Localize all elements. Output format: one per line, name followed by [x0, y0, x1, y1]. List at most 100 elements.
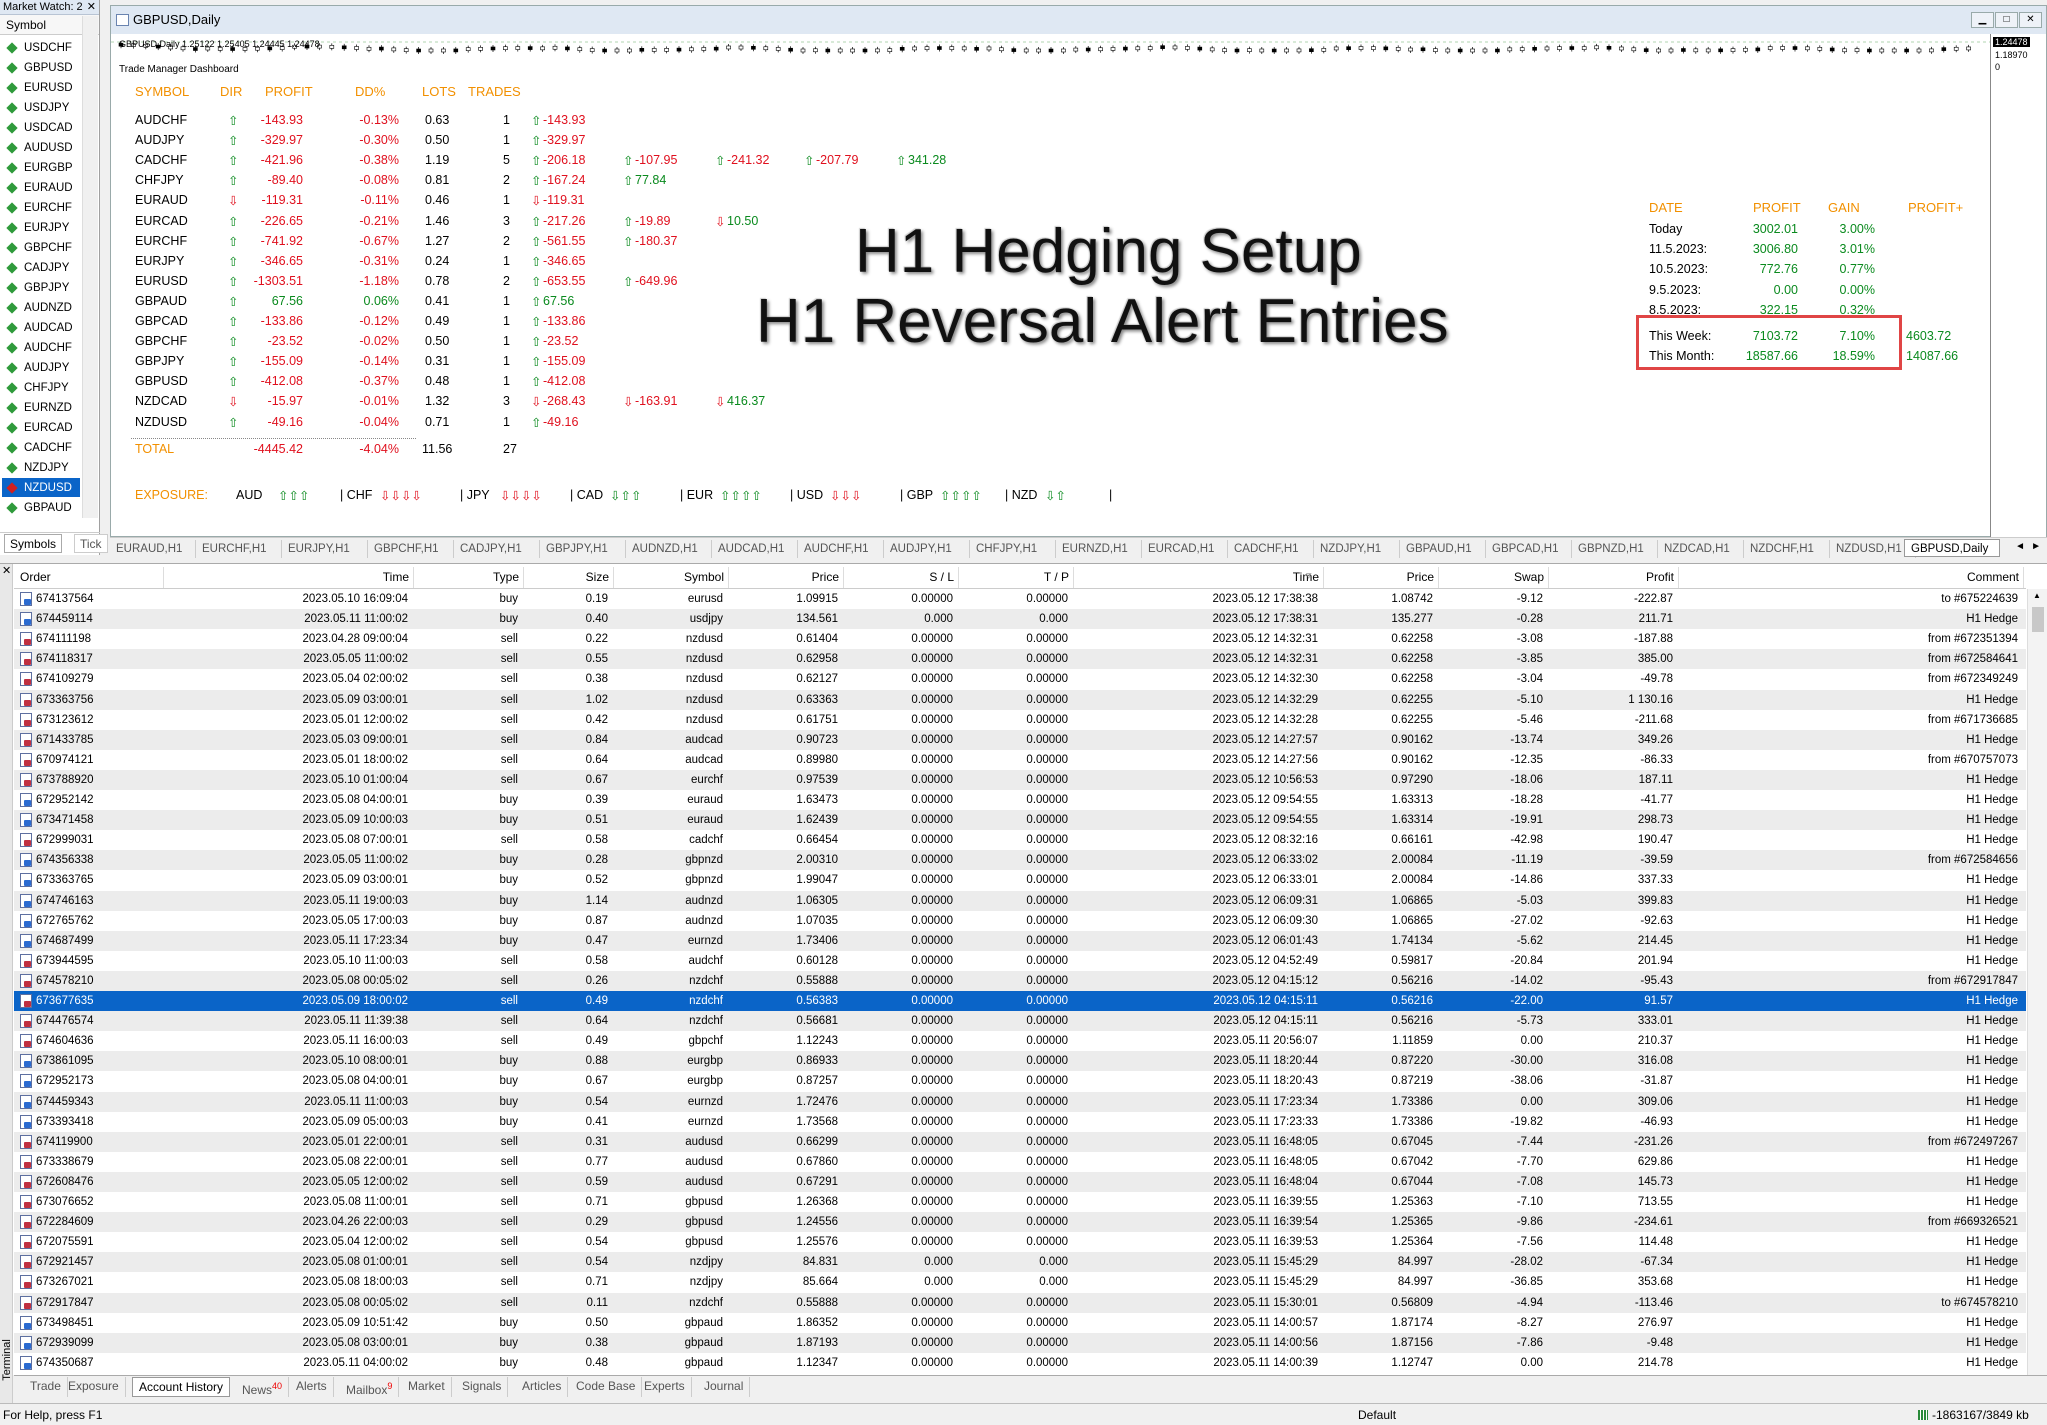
chart-tab[interactable]: GBPCAD,H1 — [1486, 540, 1572, 558]
table-row[interactable]: 673677635 2023.05.09 18:00:02 sell 0.49 nzdc… — [14, 991, 2026, 1011]
table-row[interactable]: 674109279 2023.05.04 02:00:02 sell 0.38 nzdu… — [14, 669, 2026, 689]
symbol-item[interactable]: AUDNZD — [2, 298, 80, 318]
table-row[interactable]: 672952142 2023.05.08 04:00:01 buy 0.39 eurau… — [14, 790, 2026, 810]
table-row[interactable]: 673338679 2023.05.08 22:00:01 sell 0.77 audu… — [14, 1152, 2026, 1172]
chart-tab[interactable]: GBPAUD,H1 — [1400, 540, 1486, 558]
chart-tab[interactable]: EURAUD,H1 — [110, 540, 196, 558]
column-header[interactable]: Time — [164, 567, 414, 588]
table-row[interactable]: 672608476 2023.05.05 12:00:02 sell 0.59 audu… — [14, 1171, 2026, 1192]
symbol-item[interactable]: AUDCAD — [2, 318, 80, 338]
chart-tab[interactable]: GBPCHF,H1 — [368, 540, 454, 558]
close-icon[interactable]: ✕ — [2019, 12, 2042, 28]
chart-tab[interactable]: EURNZD,H1 — [1056, 540, 1142, 558]
chart-tab[interactable]: GBPNZD,H1 — [1572, 540, 1658, 558]
symbol-item[interactable]: CHFJPY — [2, 378, 80, 398]
symbol-item[interactable]: EURCHF — [2, 198, 80, 218]
table-row[interactable]: 673471458 2023.05.09 10:00:03 buy 0.51 eurau… — [14, 810, 2026, 831]
table-row[interactable]: 673123612 2023.05.01 12:00:02 sell 0.42 nzdu… — [14, 710, 2026, 730]
table-row[interactable]: 673363765 2023.05.09 03:00:01 buy 0.52 gbpnz… — [14, 870, 2026, 890]
symbol-item[interactable]: CADCHF — [2, 438, 80, 458]
tab-signals[interactable]: Signals — [456, 1377, 509, 1397]
tab-exposure[interactable]: Exposure — [62, 1377, 126, 1397]
table-row[interactable]: 670974121 2023.05.01 18:00:02 sell 0.64 audc… — [14, 750, 2026, 770]
chart-tab[interactable]: EURCHF,H1 — [196, 540, 282, 558]
table-row[interactable]: 672999031 2023.05.08 07:00:01 sell 0.58 cadc… — [14, 830, 2026, 850]
symbol-item[interactable]: USDCHF — [2, 38, 80, 58]
tab-tick[interactable]: Tick — [74, 534, 108, 553]
table-row[interactable]: 673363756 2023.05.09 03:00:01 sell 1.02 nzdu… — [14, 689, 2026, 710]
scrollbar-thumb[interactable] — [2032, 607, 2044, 632]
table-row[interactable]: 674111198 2023.04.28 09:00:04 sell 0.22 nzdu… — [14, 629, 2026, 649]
column-header[interactable]: Price — [1324, 567, 1439, 588]
close-icon[interactable]: ✕ — [87, 0, 96, 15]
history-scrollbar[interactable]: ▲ — [2027, 589, 2047, 1376]
chart-tab[interactable]: AUDNZD,H1 — [626, 540, 712, 558]
chart-tab[interactable]: AUDCHF,H1 — [798, 540, 884, 558]
chart-tab[interactable]: EURCAD,H1 — [1142, 540, 1228, 558]
table-row[interactable]: 674746163 2023.05.11 19:00:03 buy 1.14 audnz… — [14, 890, 2026, 911]
column-header[interactable]: Size — [524, 567, 614, 588]
tab-symbols[interactable]: Symbols — [4, 534, 63, 553]
table-row[interactable]: 672952173 2023.05.08 04:00:01 buy 0.67 eurgb… — [14, 1071, 2026, 1091]
symbol-item[interactable]: EURAUD — [2, 178, 80, 198]
symbol-item[interactable]: AUDUSD — [2, 138, 80, 158]
tab-news[interactable]: News40 — [236, 1377, 290, 1397]
table-row[interactable]: 673393418 2023.05.09 05:00:03 buy 0.41 eurnz… — [14, 1112, 2026, 1132]
column-header[interactable]: Type — [414, 567, 524, 588]
chevron-up-icon[interactable]: ▲ — [2033, 591, 2041, 600]
chart-tab[interactable]: NZDCHF,H1 — [1744, 540, 1830, 558]
table-row[interactable]: 673076652 2023.05.08 11:00:01 sell 0.71 gbpu… — [14, 1192, 2026, 1212]
symbol-item[interactable]: EURNZD — [2, 398, 80, 418]
tab-articles[interactable]: Articles — [516, 1377, 569, 1397]
chevron-right-icon[interactable]: ► — [2031, 541, 2041, 552]
table-row[interactable]: 672939099 2023.05.08 03:00:01 buy 0.38 gbpau… — [14, 1332, 2026, 1353]
close-icon[interactable]: ✕ — [2, 564, 11, 577]
table-row[interactable]: 674118317 2023.05.05 11:00:02 sell 0.55 nzdu… — [14, 649, 2026, 670]
tab-journal[interactable]: Journal — [698, 1377, 751, 1397]
table-row[interactable]: 674356338 2023.05.05 11:00:02 buy 0.28 gbpnz… — [14, 850, 2026, 871]
tab-alerts[interactable]: Alerts — [290, 1377, 334, 1397]
chart-tab[interactable]: GBPJPY,H1 — [540, 540, 626, 558]
tab-account-history[interactable]: Account History — [132, 1377, 231, 1397]
table-row[interactable]: 671433785 2023.05.03 09:00:01 sell 0.84 audc… — [14, 729, 2026, 750]
table-row[interactable]: 674604636 2023.05.11 16:00:03 sell 0.49 gbpc… — [14, 1031, 2026, 1051]
table-row[interactable]: 673944595 2023.05.10 11:00:03 sell 0.58 audc… — [14, 951, 2026, 971]
column-header[interactable]: Symbol — [614, 567, 729, 588]
symbol-item[interactable]: GBPJPY — [2, 278, 80, 298]
chart-tab[interactable]: CADJPY,H1 — [454, 540, 540, 558]
tab-code-base[interactable]: Code Base — [570, 1377, 643, 1397]
symbol-item[interactable]: USDCAD — [2, 118, 80, 138]
symbol-item[interactable]: NZDUSD — [2, 478, 80, 498]
chart-tab[interactable]: NZDCAD,H1 — [1658, 540, 1744, 558]
table-row[interactable]: 673788920 2023.05.10 01:00:04 sell 0.67 eurc… — [14, 769, 2026, 790]
table-row[interactable]: 674578210 2023.05.08 00:05:02 sell 0.26 nzdc… — [14, 970, 2026, 991]
table-row[interactable]: 672917847 2023.05.08 00:05:02 sell 0.11 nzdc… — [14, 1292, 2026, 1313]
symbol-item[interactable]: GBPAUD — [2, 498, 80, 518]
column-header[interactable]: Time — [1074, 567, 1324, 588]
table-row[interactable]: 672284609 2023.04.26 22:00:03 sell 0.29 gbpu… — [14, 1212, 2026, 1233]
symbol-item[interactable]: GBPUSD — [2, 58, 80, 78]
chart-tab[interactable]: CHFJPY,H1 — [970, 540, 1056, 558]
chart-tab[interactable]: NZDJPY,H1 — [1314, 540, 1400, 558]
symbol-item[interactable]: GBPCHF — [2, 238, 80, 258]
column-header[interactable]: Profit — [1549, 567, 1679, 588]
chart-tab[interactable]: CADCHF,H1 — [1228, 540, 1314, 558]
table-row[interactable]: 674137564 2023.05.10 16:09:04 buy 0.19 eurus… — [14, 589, 2026, 609]
column-header[interactable]: Order — [14, 567, 164, 588]
sort-down-icon[interactable]: ▿ — [1306, 569, 1312, 582]
table-row[interactable]: 672075591 2023.05.04 12:00:02 sell 0.54 gbpu… — [14, 1232, 2026, 1252]
column-header[interactable]: Comment — [1679, 567, 2024, 588]
symbol-item[interactable]: EURGBP — [2, 158, 80, 178]
symbol-item[interactable]: USDJPY — [2, 98, 80, 118]
column-header[interactable]: Price — [729, 567, 844, 588]
maximize-icon[interactable]: □ — [1995, 12, 2018, 28]
market-watch-scrollbar[interactable] — [82, 16, 98, 518]
column-header[interactable]: S / L — [844, 567, 959, 588]
symbol-item[interactable]: AUDCHF — [2, 338, 80, 358]
table-row[interactable]: 674459114 2023.05.11 11:00:02 buy 0.40 usdjp… — [14, 609, 2026, 630]
column-header[interactable]: T / P — [959, 567, 1074, 588]
table-row[interactable]: 673267021 2023.05.08 18:00:03 sell 0.71 nzdj… — [14, 1272, 2026, 1292]
chevron-left-icon[interactable]: ◄ — [2015, 541, 2025, 552]
chart-tab[interactable]: EURJPY,H1 — [282, 540, 368, 558]
table-row[interactable]: 673498451 2023.05.09 10:51:42 buy 0.50 gbpau… — [14, 1313, 2026, 1333]
